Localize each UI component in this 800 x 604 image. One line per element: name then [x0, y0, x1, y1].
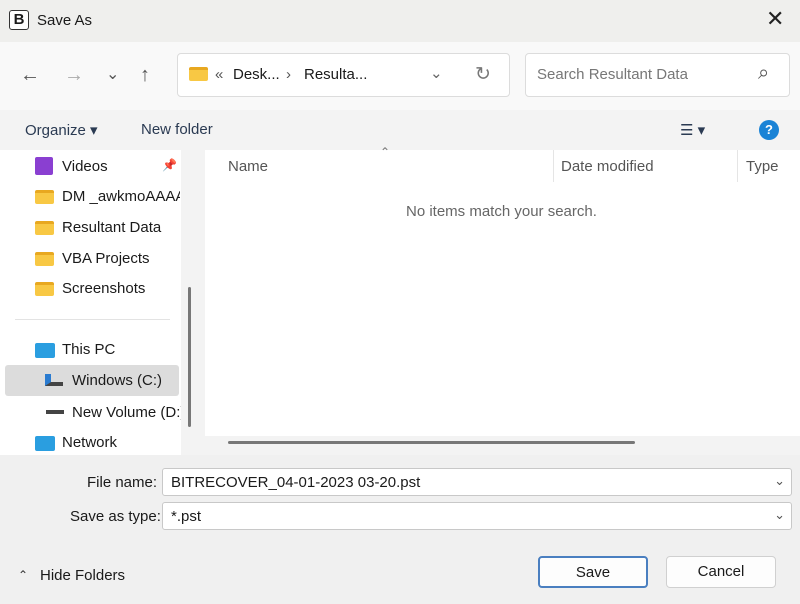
- back-button[interactable]: ←: [20, 64, 40, 87]
- horizontal-scroll-track: [205, 436, 800, 455]
- folder-icon: [189, 67, 208, 81]
- sidebar-item-this-pc[interactable]: This PC: [0, 335, 181, 363]
- column-header-date-modified[interactable]: Date modified: [561, 158, 654, 175]
- folder-icon: [35, 282, 54, 296]
- app-icon: B: [9, 10, 29, 30]
- navigation-pane: Videos 📌 DM _awkmoAAAA Resultant Data VBA…: [0, 150, 181, 455]
- column-header-type[interactable]: Type: [746, 158, 779, 175]
- folder-icon: [35, 190, 54, 204]
- sidebar-item-vba-projects[interactable]: VBA Projects: [0, 244, 181, 272]
- horizontal-scrollbar[interactable]: [228, 441, 635, 444]
- sidebar-item-videos[interactable]: Videos 📌: [0, 152, 181, 180]
- folder-icon: [35, 252, 54, 266]
- sort-ascending-icon: ⌃: [380, 145, 391, 159]
- sidebar-item-resultant-data[interactable]: Resultant Data: [0, 213, 181, 241]
- breadcrumb-separator: ›: [286, 66, 291, 83]
- breadcrumb-desktop[interactable]: Desk...: [233, 66, 280, 83]
- pin-icon: 📌: [162, 158, 177, 172]
- file-list: [205, 150, 800, 445]
- chevron-down-icon[interactable]: ⌄: [774, 507, 785, 523]
- divider: [15, 319, 170, 320]
- up-button[interactable]: ↑: [140, 64, 150, 87]
- save-as-type-select[interactable]: *.pst ⌄: [162, 502, 792, 530]
- breadcrumb-resultant-data[interactable]: Resulta...: [304, 66, 367, 83]
- column-divider[interactable]: [553, 150, 554, 182]
- drive-icon: [46, 410, 64, 414]
- forward-button[interactable]: →: [64, 64, 84, 87]
- address-bar[interactable]: « Desk... › Resulta... ⌄ ↻: [177, 53, 510, 97]
- save-as-type-label: Save as type:: [70, 508, 161, 525]
- column-header-name[interactable]: Name: [228, 158, 268, 175]
- view-options-button[interactable]: ☰ ▾: [680, 121, 705, 139]
- sidebar-item-new-volume-d[interactable]: New Volume (D:): [0, 398, 181, 426]
- refresh-button[interactable]: ↻: [475, 63, 491, 86]
- hide-folders-button[interactable]: Hide Folders: [40, 567, 125, 584]
- folder-icon: [35, 221, 54, 235]
- new-folder-button[interactable]: New folder: [141, 121, 213, 138]
- chevron-up-icon[interactable]: ⌃: [18, 568, 28, 582]
- file-name-label: File name:: [87, 474, 158, 491]
- overflow-chevron[interactable]: «: [215, 66, 223, 83]
- sidebar-item-windows-c[interactable]: Windows (C:): [5, 365, 179, 396]
- sidebar-item-dm-awkmo[interactable]: DM _awkmoAAAA: [0, 182, 181, 210]
- sidebar-item-screenshots[interactable]: Screenshots: [0, 274, 181, 302]
- recent-locations-button[interactable]: ⌄: [106, 64, 119, 84]
- videos-icon: [35, 157, 53, 175]
- search-box[interactable]: Search Resultant Data ⌕: [525, 53, 790, 97]
- column-divider[interactable]: [737, 150, 738, 182]
- window-title: Save As: [37, 12, 93, 29]
- sidebar-item-network[interactable]: Network: [0, 428, 181, 456]
- empty-message: No items match your search.: [406, 203, 597, 220]
- cancel-button[interactable]: Cancel: [666, 556, 776, 588]
- address-dropdown[interactable]: ⌄: [430, 64, 443, 82]
- file-name-input[interactable]: BITRECOVER_04-01-2023 03-20.pst ⌄: [162, 468, 792, 496]
- computer-icon: [35, 343, 55, 358]
- search-icon: ⌕: [758, 62, 770, 84]
- help-icon[interactable]: ?: [759, 120, 779, 140]
- network-icon: [35, 436, 55, 451]
- title-bar: [0, 0, 800, 42]
- drive-icon: [45, 374, 63, 386]
- pane-splitter[interactable]: [181, 150, 205, 455]
- organize-button[interactable]: Organize ▾: [25, 121, 98, 139]
- close-button[interactable]: ✕: [766, 6, 784, 32]
- chevron-down-icon[interactable]: ⌄: [774, 473, 785, 489]
- search-input[interactable]: Search Resultant Data: [537, 66, 688, 83]
- save-button[interactable]: Save: [538, 556, 648, 588]
- sidebar-scrollbar[interactable]: [188, 287, 191, 427]
